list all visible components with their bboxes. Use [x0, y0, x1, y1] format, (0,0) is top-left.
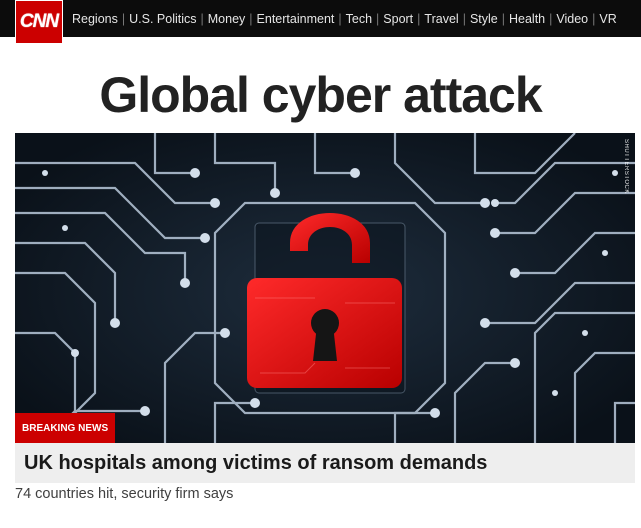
nav-item-money[interactable]: Money: [208, 12, 246, 26]
circuit-board-padlock-image: [15, 133, 635, 451]
cnn-logo[interactable]: CNN: [15, 0, 63, 44]
image-credit: SHUTTERSTOCK: [623, 139, 629, 194]
nav-item-style[interactable]: Style: [470, 12, 498, 26]
story-caption-bar[interactable]: UK hospitals among victims of ransom dem…: [15, 443, 635, 483]
story-subcaption[interactable]: 74 countries hit, security firm says: [15, 486, 233, 502]
section-nav: Regions | U.S. Politics | Money | Entertain…: [72, 11, 617, 26]
nav-item-regions[interactable]: Regions: [72, 12, 118, 26]
top-navigation-bar: CNN Regions | U.S. Politics | Money | Enter…: [0, 0, 641, 44]
nav-item-health[interactable]: Health: [509, 12, 545, 26]
hero-image[interactable]: SHUTTERSTOCK: [15, 133, 635, 451]
breaking-news-badge: BREAKING NEWS: [15, 413, 116, 443]
nav-item-sport[interactable]: Sport: [383, 12, 413, 26]
nav-item-vr[interactable]: VR: [599, 12, 616, 26]
nav-item-us-politics[interactable]: U.S. Politics: [129, 12, 196, 26]
story-caption[interactable]: UK hospitals among victims of ransom dem…: [24, 452, 487, 475]
nav-item-entertainment[interactable]: Entertainment: [257, 12, 335, 26]
page-headline[interactable]: Global cyber attack: [0, 60, 641, 130]
nav-item-travel[interactable]: Travel: [424, 12, 458, 26]
nav-item-tech[interactable]: Tech: [346, 12, 372, 26]
nav-item-video[interactable]: Video: [556, 12, 588, 26]
